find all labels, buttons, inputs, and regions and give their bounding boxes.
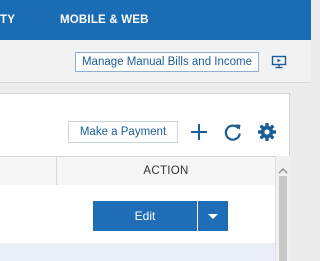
table-row: Edit (0, 185, 275, 243)
chevron-down-icon (208, 214, 218, 219)
refresh-icon[interactable] (223, 122, 243, 142)
gear-icon[interactable] (257, 122, 277, 142)
top-navigation-bar: TY MOBILE & WEB (0, 0, 311, 40)
vertical-scrollbar[interactable] (275, 156, 290, 261)
nav-item-property[interactable]: TY (0, 0, 15, 40)
plus-icon[interactable] (189, 122, 209, 142)
toolbar: Manage Manual Bills and Income (0, 40, 311, 83)
scrollbar-thumb[interactable] (279, 176, 287, 261)
make-payment-button[interactable]: Make a Payment (68, 121, 178, 143)
nav-item-mobile-web[interactable]: MOBILE & WEB (60, 0, 149, 40)
table-header: ACTION (0, 156, 275, 186)
edit-split-button: Edit (93, 201, 228, 231)
screen-icon[interactable] (271, 54, 287, 70)
manage-manual-bills-button[interactable]: Manage Manual Bills and Income (75, 52, 259, 72)
edit-button[interactable]: Edit (93, 201, 197, 231)
bills-panel: Make a Payment ACTION Edit (0, 93, 290, 261)
action-column-header[interactable]: ACTION (57, 157, 275, 185)
table-row[interactable] (0, 243, 275, 261)
scroll-up-icon[interactable] (278, 162, 288, 174)
edit-dropdown-button[interactable] (198, 201, 228, 231)
